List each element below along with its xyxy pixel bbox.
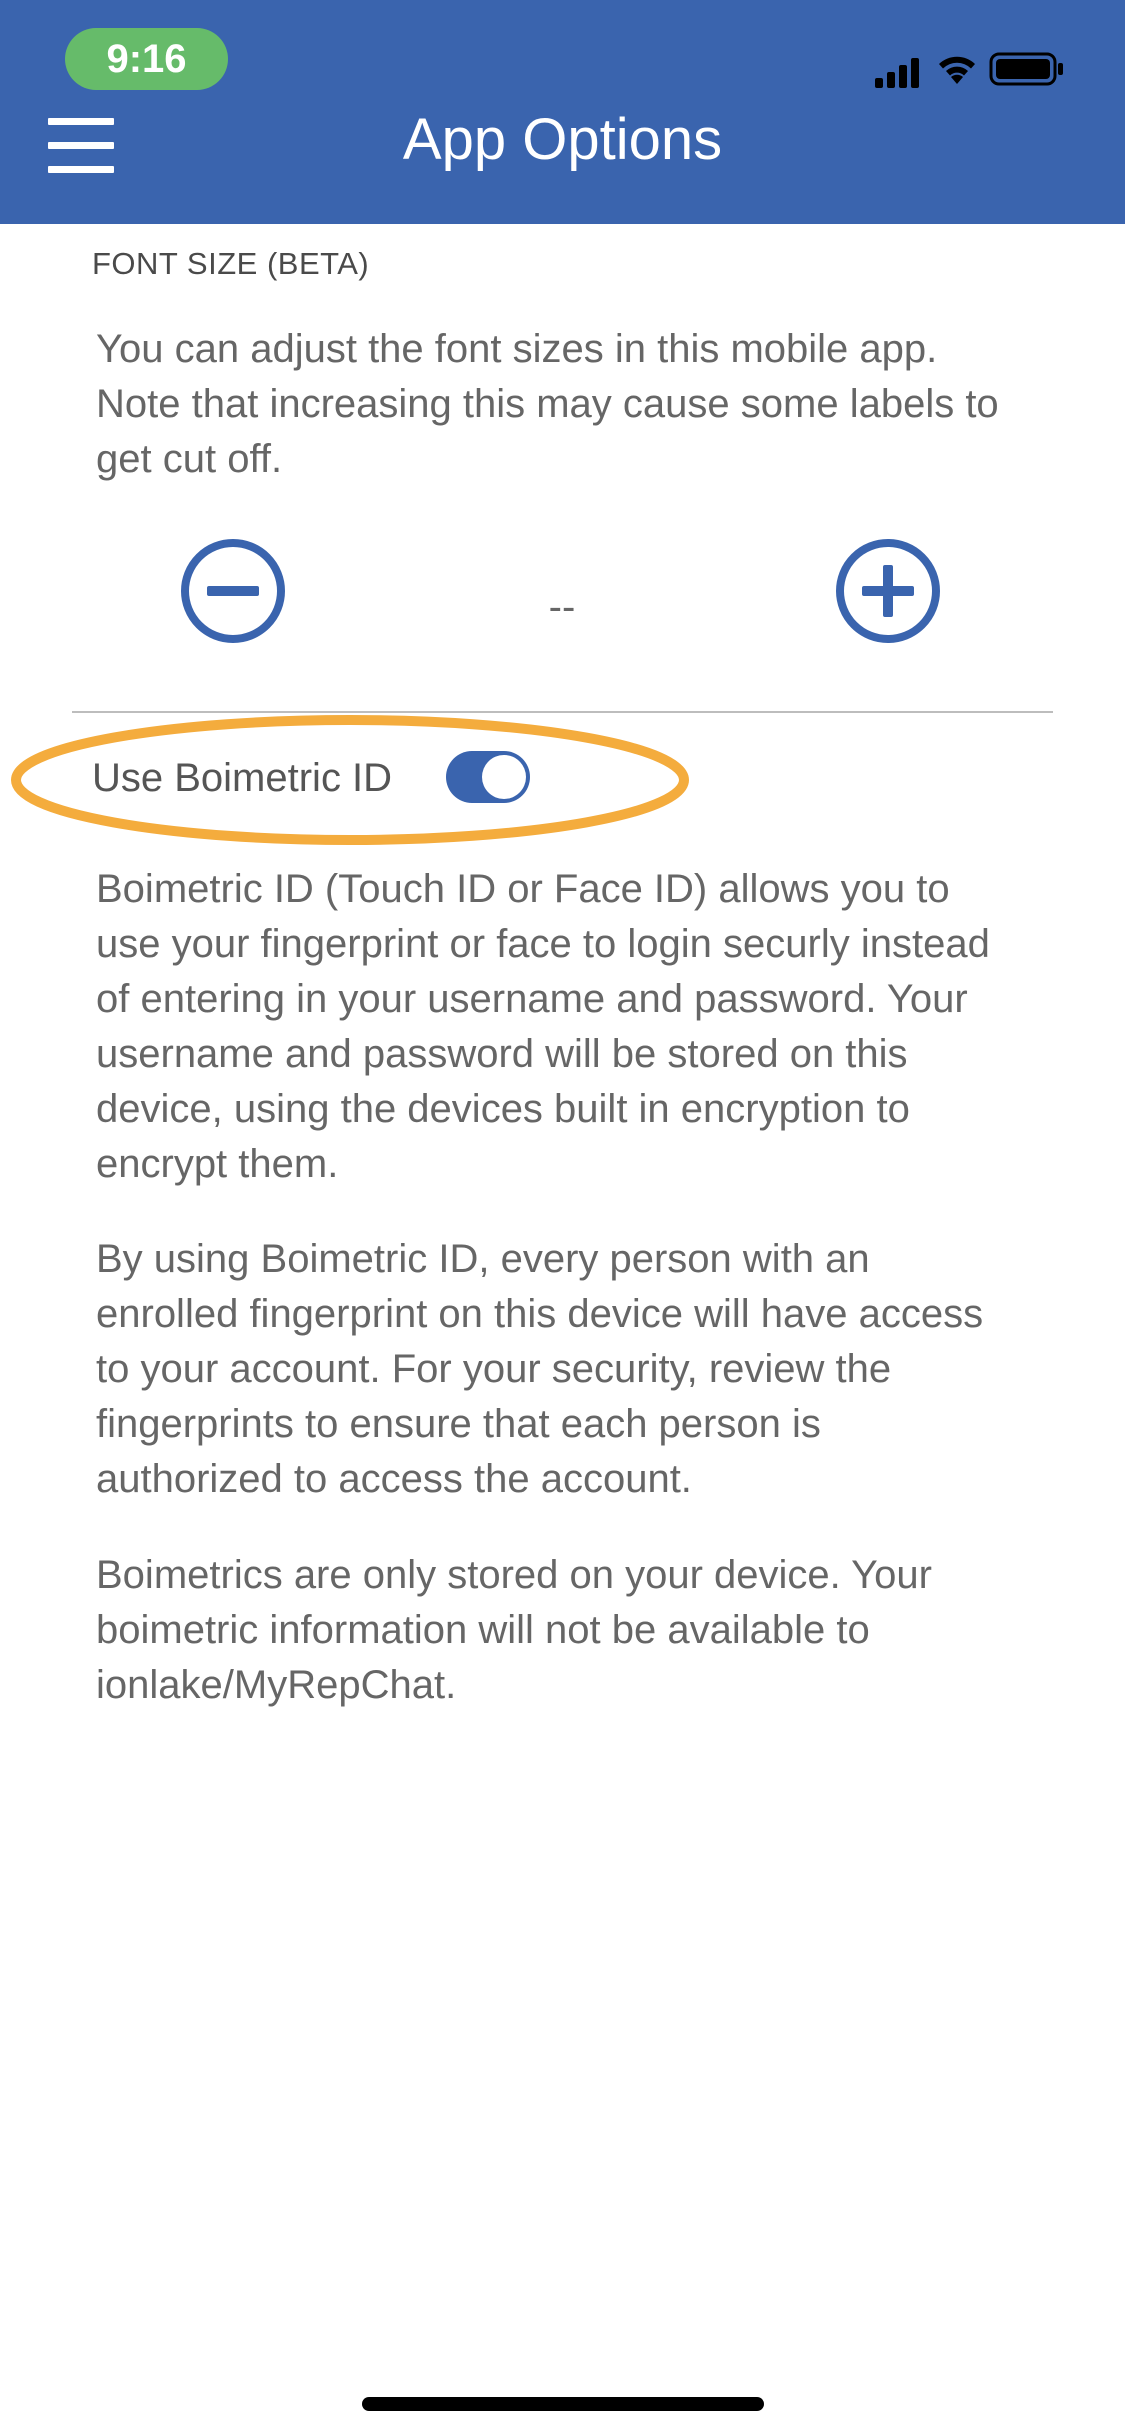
plus-icon: [862, 565, 914, 617]
biometric-description-2: By using Boimetric ID, every person with…: [96, 1237, 984, 1501]
app-header: 9:16 App Options: [0, 0, 1125, 224]
font-size-description: You can adjust the font sizes in this mo…: [96, 327, 999, 481]
wifi-icon: [939, 56, 975, 84]
biometric-description-1: Boimetric ID (Touch ID or Face ID) allow…: [96, 867, 990, 1186]
home-indicator: [362, 2397, 764, 2411]
increase-font-button[interactable]: [835, 538, 941, 644]
minus-icon: [207, 586, 259, 596]
status-time: 9:16: [65, 28, 228, 90]
font-size-section-title: FONT SIZE (BETA): [92, 246, 370, 281]
cellular-signal-icon: [875, 58, 919, 88]
page-title: App Options: [402, 107, 723, 172]
section-divider: [72, 711, 1053, 713]
biometric-description-3: Boimetrics are only stored on your devic…: [96, 1553, 932, 1707]
biometric-toggle[interactable]: [446, 751, 530, 803]
font-size-value: --: [548, 585, 576, 629]
decrease-font-button[interactable]: [180, 538, 286, 644]
biometric-toggle-label: Use Boimetric ID: [92, 756, 393, 800]
toggle-knob: [482, 755, 526, 799]
battery-icon: [989, 52, 1063, 86]
